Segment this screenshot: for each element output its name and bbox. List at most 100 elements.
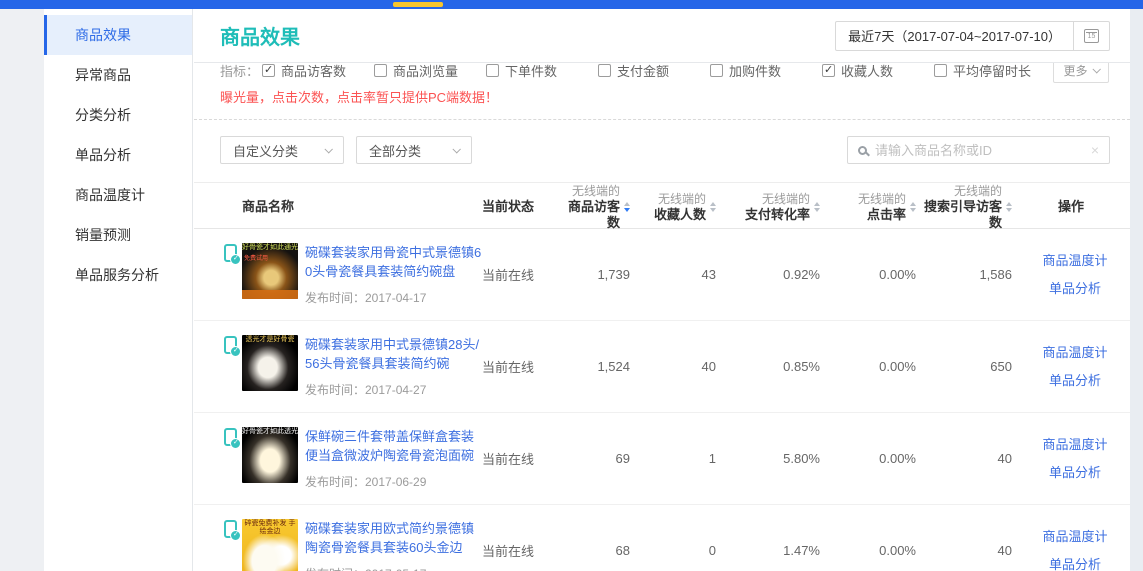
sidebar-item-label: 销量预测	[75, 227, 131, 243]
metric-label: 平均停留时长	[953, 63, 1031, 80]
metric-checkbox-item[interactable]: 下单件数	[486, 63, 598, 80]
single-analysis-link[interactable]: 单品分析	[1049, 276, 1101, 302]
sort-arrows-icon[interactable]	[710, 202, 716, 212]
product-image[interactable]: 好骨瓷才如此通光 免费试用	[242, 243, 298, 299]
sort-arrows-icon[interactable]	[814, 202, 820, 212]
conversion-value: 1.47%	[724, 543, 828, 558]
sort-arrows-icon[interactable]	[624, 202, 630, 212]
column-prefix: 无线端的	[654, 191, 706, 207]
publish-date: 发布时间：2017-04-17	[305, 289, 482, 306]
product-image[interactable]: 透光才是好骨瓷	[242, 335, 298, 391]
all-category-select[interactable]: 全部分类	[356, 136, 472, 164]
column-prefix: 无线端的	[858, 191, 906, 207]
ctr-value: 0.00%	[828, 451, 924, 466]
collectors-value: 40	[638, 359, 724, 374]
publish-date: 发布时间：2017-06-29	[305, 473, 482, 490]
single-analysis-link[interactable]: 单品分析	[1049, 552, 1101, 571]
sidebar: 商品效果 异常商品 分类分析 单品分析 商品温度计 销量预测 单品服务分析	[44, 9, 193, 571]
sort-arrows-icon[interactable]	[1006, 202, 1012, 212]
column-header[interactable]: 当前状态	[482, 199, 560, 215]
metric-checkbox-item[interactable]: 支付金额	[598, 63, 710, 80]
more-label: 更多	[1063, 63, 1087, 79]
column-header[interactable]: 操作	[1020, 199, 1130, 215]
thermometer-link[interactable]: 商品温度计	[1042, 432, 1107, 458]
sidebar-item[interactable]: 商品温度计	[44, 175, 192, 215]
table-row: 透光才是好骨瓷 碗碟套装家用中式景德镇28头/56头骨瓷餐具套装简约碗 发布时间…	[194, 321, 1130, 413]
calendar-button[interactable]	[1073, 22, 1109, 50]
chevron-down-icon	[452, 145, 460, 153]
checkbox-icon[interactable]	[822, 64, 835, 77]
product-image[interactable]: 好骨瓷才如此透光	[242, 427, 298, 483]
checkbox-icon[interactable]	[598, 64, 611, 77]
product-cell: 好骨瓷才如此透光 保鲜碗三件套带盖保鲜盒套装便当盒微波炉陶瓷骨瓷泡面碗 发布时间…	[194, 413, 482, 504]
metric-checkbox-item[interactable]: 商品访客数	[262, 63, 374, 80]
metric-filter-row: 指标： 商品访客数 商品浏览量 下单件数	[194, 63, 1130, 83]
product-search-box: ×	[847, 136, 1110, 164]
active-tab-indicator	[393, 2, 443, 7]
chevron-down-icon	[324, 145, 332, 153]
thermometer-link[interactable]: 商品温度计	[1042, 524, 1107, 550]
metric-checkbox-item[interactable]: 商品浏览量	[374, 63, 486, 80]
visitors-value: 69	[560, 451, 638, 466]
column-header[interactable]: 无线端的 搜索引导访客数	[924, 183, 1020, 231]
product-cell: 好骨瓷才如此通光 免费试用 碗碟套装家用骨瓷中式景德镇60头骨瓷餐具套装简约碗盘…	[194, 229, 482, 320]
single-analysis-link[interactable]: 单品分析	[1049, 368, 1101, 394]
collectors-value: 0	[638, 543, 724, 558]
ctr-value: 0.00%	[828, 359, 924, 374]
column-header[interactable]: 商品名称	[194, 199, 482, 215]
image-caption: 好骨瓷才如此透光	[242, 428, 298, 436]
product-title-link[interactable]: 碗碟套装家用中式景德镇28头/56头骨瓷餐具套装简约碗	[305, 335, 482, 373]
column-header[interactable]: 无线端的 收藏人数	[638, 191, 724, 223]
collectors-value: 43	[638, 267, 724, 282]
metric-checkbox-item[interactable]: 加购件数	[710, 63, 822, 80]
table-row: 好骨瓷才如此通光 免费试用 碗碟套装家用骨瓷中式景德镇60头骨瓷餐具套装简约碗盘…	[194, 229, 1130, 321]
metric-checkbox-item[interactable]: 平均停留时长	[934, 63, 1046, 80]
check-badge-icon	[230, 346, 241, 357]
actions-cell: 商品温度计 单品分析	[1020, 524, 1130, 571]
screen: 商品效果 异常商品 分类分析 单品分析 商品温度计 销量预测 单品服务分析	[0, 0, 1143, 571]
column-header[interactable]: 无线端的 支付转化率	[724, 191, 828, 223]
column-header[interactable]: 无线端的 商品访客数	[560, 183, 638, 231]
custom-category-select[interactable]: 自定义分类	[220, 136, 344, 164]
product-title-link[interactable]: 保鲜碗三件套带盖保鲜盒套装便当盒微波炉陶瓷骨瓷泡面碗	[305, 427, 482, 465]
metric-label: 下单件数	[505, 63, 557, 80]
date-range-picker[interactable]: 最近7天（2017-07-04~2017-07-10）	[835, 21, 1110, 51]
product-title-link[interactable]: 碗碟套装家用骨瓷中式景德镇60头骨瓷餐具套装简约碗盘	[305, 243, 482, 281]
page-header: 商品效果 最近7天（2017-07-04~2017-07-10）	[194, 9, 1130, 63]
sidebar-item[interactable]: 销量预测	[44, 215, 192, 255]
thermometer-link[interactable]: 商品温度计	[1042, 340, 1107, 366]
more-button[interactable]: 更多	[1053, 63, 1109, 83]
checkbox-icon[interactable]	[486, 64, 499, 77]
table-body: 好骨瓷才如此通光 免费试用 碗碟套装家用骨瓷中式景德镇60头骨瓷餐具套装简约碗盘…	[194, 229, 1130, 571]
actions-cell: 商品温度计 单品分析	[1020, 432, 1130, 486]
product-image[interactable]: 碎瓷免费补发 手绘金边	[242, 519, 298, 571]
search-icon	[858, 146, 867, 155]
check-badge-icon	[230, 254, 241, 265]
thermometer-link[interactable]: 商品温度计	[1042, 248, 1107, 274]
sidebar-item[interactable]: 商品效果	[44, 15, 192, 55]
checkbox-icon[interactable]	[374, 64, 387, 77]
metric-checkbox-item[interactable]: 收藏人数	[822, 63, 934, 80]
date-range-text: 最近7天（2017-07-04~2017-07-10）	[836, 22, 1073, 50]
conversion-value: 5.80%	[724, 451, 828, 466]
sidebar-item-label: 商品温度计	[75, 187, 145, 203]
clear-icon[interactable]: ×	[1091, 142, 1099, 158]
product-title-link[interactable]: 碗碟套装家用欧式简约景德镇陶瓷骨瓷餐具套装60头金边	[305, 519, 482, 557]
metric-label: 加购件数	[729, 63, 781, 80]
column-header[interactable]: 无线端的 点击率	[828, 191, 924, 223]
search-input[interactable]	[875, 143, 1083, 158]
metric-label: 商品浏览量	[393, 63, 458, 80]
check-badge-icon	[230, 438, 241, 449]
sort-arrows-icon[interactable]	[910, 202, 916, 212]
collectors-value: 1	[638, 451, 724, 466]
sidebar-item[interactable]: 分类分析	[44, 95, 192, 135]
image-tag: 免费试用	[244, 253, 268, 262]
sidebar-item[interactable]: 单品服务分析	[44, 255, 192, 295]
column-prefix: 无线端的	[745, 191, 810, 207]
checkbox-icon[interactable]	[934, 64, 947, 77]
single-analysis-link[interactable]: 单品分析	[1049, 460, 1101, 486]
sidebar-item[interactable]: 单品分析	[44, 135, 192, 175]
sidebar-item[interactable]: 异常商品	[44, 55, 192, 95]
checkbox-icon[interactable]	[262, 64, 275, 77]
checkbox-icon[interactable]	[710, 64, 723, 77]
